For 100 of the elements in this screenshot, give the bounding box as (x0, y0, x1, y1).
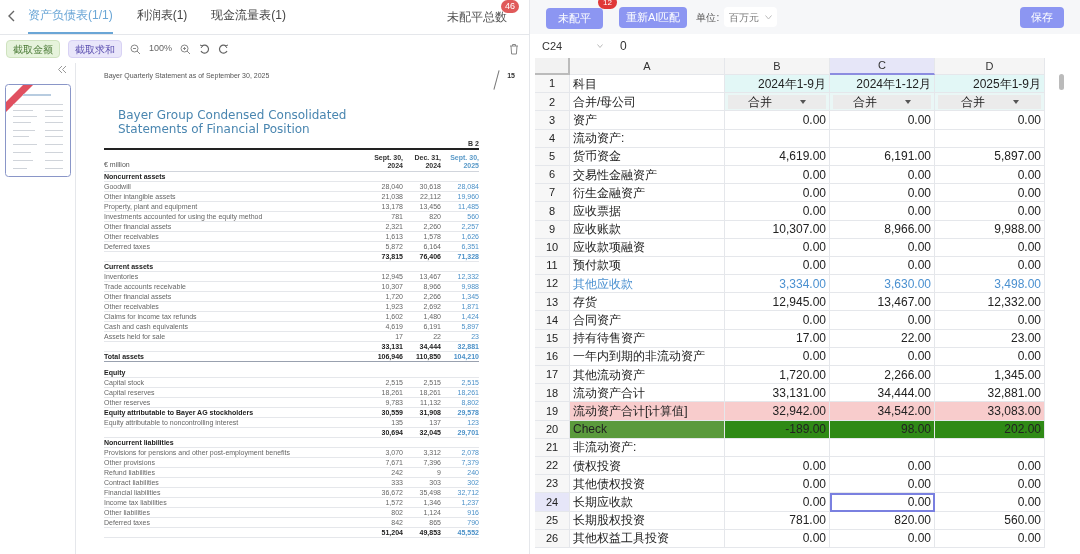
table-cell[interactable]: 非流动资产: (570, 438, 725, 457)
redo-icon[interactable] (218, 43, 230, 55)
table-cell[interactable]: 0.00 (935, 347, 1045, 366)
table-cell[interactable]: 0.00 (725, 238, 830, 257)
table-cell[interactable]: 0.00 (725, 475, 830, 494)
table-cell[interactable]: 820.00 (830, 511, 935, 530)
table-cell[interactable] (830, 438, 935, 457)
table-cell[interactable] (725, 438, 830, 457)
table-cell[interactable]: 0.00 (830, 493, 935, 512)
table-cell[interactable]: 17.00 (725, 329, 830, 348)
table-cell[interactable]: 1,345.00 (935, 366, 1045, 385)
table-cell[interactable]: 科目 (570, 75, 725, 94)
table-cell[interactable]: 560.00 (935, 511, 1045, 530)
table-cell[interactable]: 0.00 (725, 456, 830, 476)
capture-sum-button[interactable]: 截取求和 (68, 40, 122, 58)
table-cell[interactable]: 0.00 (725, 184, 830, 203)
table-cell[interactable] (830, 129, 935, 148)
table-cell[interactable]: 3,630.00 (830, 275, 935, 294)
collapse-icon[interactable] (57, 65, 67, 74)
table-cell[interactable]: 6,191.00 (830, 147, 935, 166)
column-header[interactable]: D (935, 58, 1045, 75)
table-cell[interactable]: 5,897.00 (935, 147, 1045, 166)
table-cell[interactable] (935, 129, 1045, 148)
table-cell[interactable]: 资产 (570, 111, 725, 130)
table-cell[interactable]: 22.00 (830, 329, 935, 348)
table-cell[interactable]: 0.00 (725, 111, 830, 130)
table-cell[interactable]: 一年内到期的非流动资产 (570, 347, 725, 366)
dropdown-field[interactable]: 合并 (833, 94, 931, 109)
table-cell[interactable]: 流动资产: (570, 129, 725, 148)
table-cell[interactable]: 0.00 (935, 238, 1045, 257)
table-cell[interactable]: 其他债权投资 (570, 475, 725, 494)
table-cell[interactable]: 长期应收款 (570, 493, 725, 512)
table-cell[interactable]: 0.00 (935, 529, 1045, 548)
table-cell[interactable]: 32,942.00 (725, 402, 830, 421)
table-cell[interactable]: 其他应收款 (570, 275, 725, 294)
table-cell[interactable]: 0.00 (935, 165, 1045, 185)
table-cell[interactable] (935, 438, 1045, 457)
table-cell[interactable]: 0.00 (830, 256, 935, 276)
table-cell[interactable]: 0.00 (830, 111, 935, 130)
table-cell[interactable]: 交易性金融资产 (570, 165, 725, 185)
table-cell[interactable]: 0.00 (935, 456, 1045, 476)
table-cell[interactable]: 3,334.00 (725, 275, 830, 294)
undo-icon[interactable] (199, 43, 211, 55)
trash-icon[interactable] (509, 43, 519, 55)
table-cell[interactable]: 长期股权投资 (570, 511, 725, 530)
page-thumbnail[interactable] (4, 84, 71, 177)
table-cell[interactable]: 12,332.00 (935, 293, 1045, 312)
capture-amount-button[interactable]: 截取金额 (6, 40, 60, 58)
table-cell[interactable]: 流动资产合计[计算值] (570, 402, 725, 421)
table-cell[interactable]: 0.00 (935, 475, 1045, 494)
table-cell[interactable]: 0.00 (725, 529, 830, 548)
table-cell[interactable]: 衍生金融资产 (570, 184, 725, 203)
table-cell[interactable]: 9,988.00 (935, 220, 1045, 239)
table-cell[interactable]: 其他流动资产 (570, 366, 725, 385)
table-cell[interactable]: 应收账款 (570, 220, 725, 239)
table-cell[interactable]: 8,966.00 (830, 220, 935, 239)
table-cell[interactable]: 23.00 (935, 329, 1045, 348)
table-cell[interactable]: 0.00 (725, 311, 830, 330)
table-cell[interactable]: 0.00 (725, 347, 830, 366)
table-cell[interactable]: 3,498.00 (935, 275, 1045, 294)
table-cell[interactable]: 2,266.00 (830, 366, 935, 385)
table-cell[interactable]: 0.00 (935, 202, 1045, 221)
back-icon[interactable] (8, 10, 16, 22)
table-cell[interactable]: 1,720.00 (725, 366, 830, 385)
column-header[interactable]: C (830, 58, 935, 75)
table-cell[interactable]: 2024年1-9月 (725, 75, 830, 94)
table-cell[interactable]: 2025年1-9月 (935, 75, 1045, 94)
table-cell[interactable]: 0.00 (725, 493, 830, 512)
table-cell[interactable]: 应收款项融资 (570, 238, 725, 257)
tab[interactable]: 现金流量表(1) (211, 6, 287, 34)
table-cell[interactable]: 0.00 (935, 256, 1045, 276)
table-cell[interactable]: 0.00 (830, 456, 935, 476)
zoom-out-icon[interactable] (130, 43, 141, 55)
dropdown-field[interactable]: 合并 (938, 94, 1041, 109)
table-cell[interactable]: 0.00 (830, 311, 935, 330)
table-cell[interactable]: 0.00 (935, 311, 1045, 330)
table-cell[interactable]: 其他权益工具投资 (570, 529, 725, 548)
table-cell[interactable]: 12,945.00 (725, 293, 830, 312)
table-cell[interactable]: 34,542.00 (830, 402, 935, 421)
table-cell[interactable]: 0.00 (725, 202, 830, 221)
table-cell[interactable]: 合同资产 (570, 311, 725, 330)
table-cell[interactable]: 合并/母公司 (570, 93, 725, 112)
table-cell[interactable]: 0.00 (830, 184, 935, 203)
scrollbar[interactable] (1059, 74, 1064, 90)
table-cell[interactable]: 持有待售资产 (570, 329, 725, 348)
dropdown-field[interactable]: 合并 (728, 94, 826, 109)
cell-reference[interactable]: C24 (542, 37, 597, 55)
table-cell[interactable]: 13,467.00 (830, 293, 935, 312)
table-cell[interactable]: 预付款项 (570, 256, 725, 276)
table-cell[interactable]: 2024年1-12月 (830, 75, 935, 94)
column-header[interactable]: B (725, 58, 830, 75)
table-cell[interactable]: 存货 (570, 293, 725, 312)
table-cell[interactable]: 0.00 (935, 111, 1045, 130)
table-cell[interactable]: 10,307.00 (725, 220, 830, 239)
tab[interactable]: 利润表(1) (136, 6, 188, 34)
zoom-in-icon[interactable] (180, 43, 192, 55)
table-cell[interactable]: 应收票据 (570, 202, 725, 221)
unit-select[interactable]: 百万元 (724, 7, 778, 27)
chevron-down-icon[interactable] (597, 44, 603, 48)
table-cell[interactable]: 33,083.00 (935, 402, 1045, 421)
